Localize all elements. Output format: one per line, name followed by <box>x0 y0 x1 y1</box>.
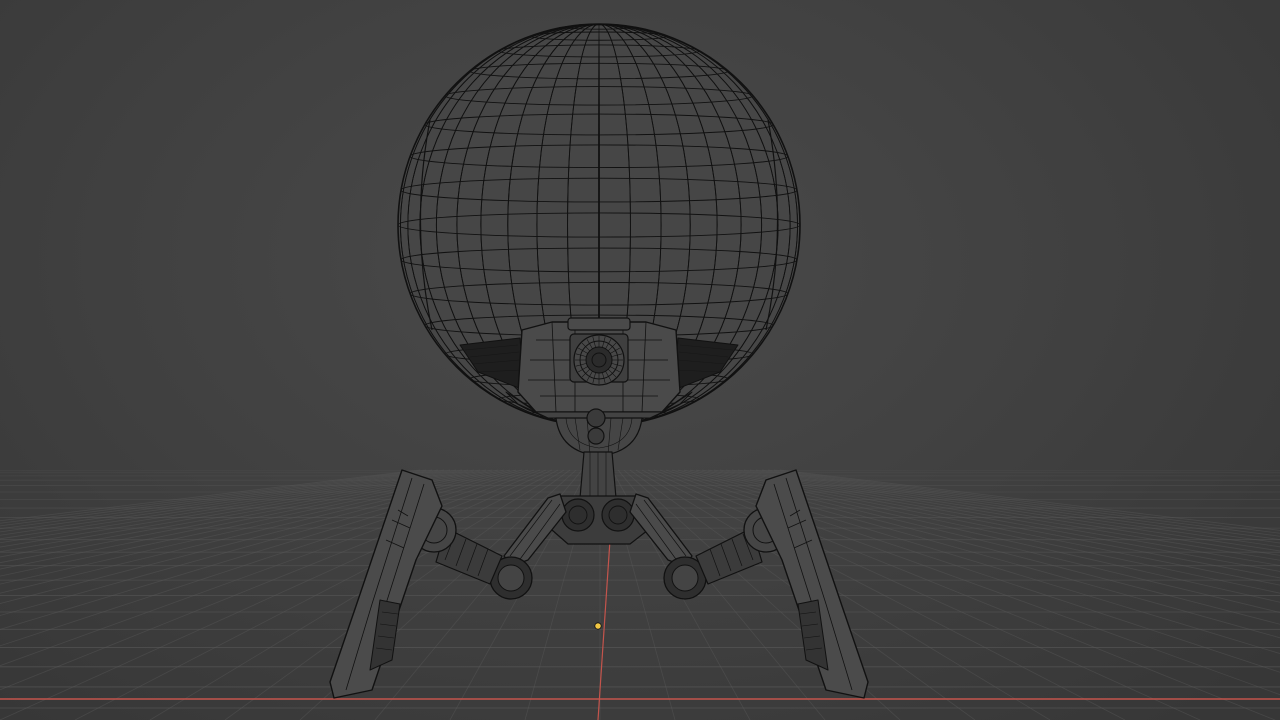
neck-joint[interactable] <box>555 408 643 499</box>
grid-line <box>0 469 541 667</box>
grid-line <box>653 469 1276 720</box>
grid-line <box>659 469 1280 696</box>
left-leg[interactable] <box>329 469 567 699</box>
grid-line <box>0 469 553 720</box>
3d-viewport[interactable] <box>0 0 1280 720</box>
grid-line <box>0 469 523 616</box>
grid-line <box>647 469 1201 720</box>
robot-model[interactable] <box>329 23 869 699</box>
top-slot <box>567 317 631 331</box>
object-origin-point[interactable] <box>594 622 602 630</box>
grid-line <box>0 469 529 630</box>
grid-line <box>74 469 559 720</box>
camera-eye[interactable] <box>569 333 629 386</box>
viewport-canvas[interactable] <box>0 0 1280 720</box>
grid-line <box>641 469 1126 720</box>
